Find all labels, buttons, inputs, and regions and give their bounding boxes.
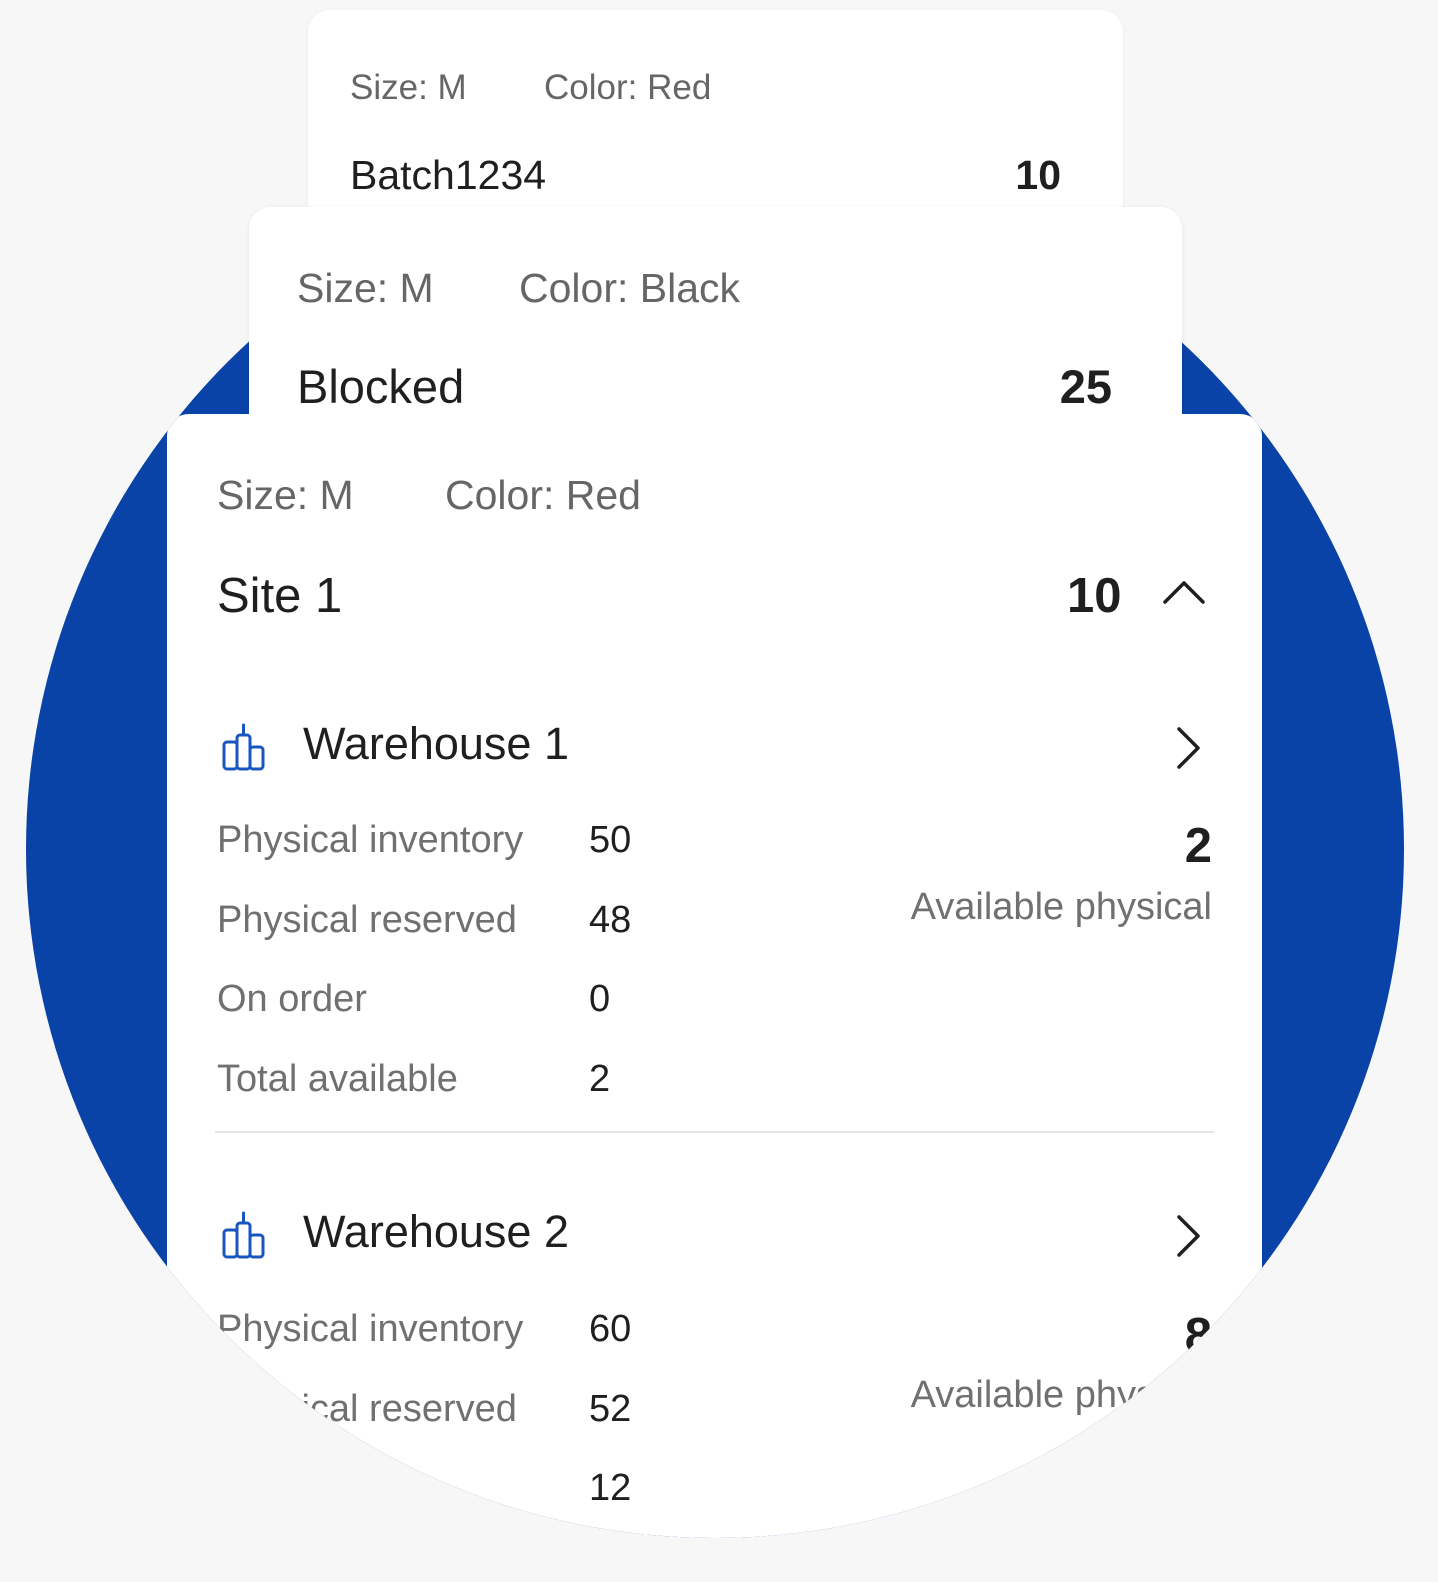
stat-value: 48 bbox=[589, 899, 632, 941]
stat-label: Physical reserved bbox=[217, 1388, 517, 1430]
warehouse-title: Warehouse 2 bbox=[303, 1206, 569, 1257]
stat-label: On order bbox=[217, 1467, 367, 1509]
divider bbox=[215, 1131, 1214, 1133]
available-physical-value: 8 bbox=[1184, 1309, 1212, 1363]
available-physical-label: Available physical bbox=[910, 886, 1212, 928]
stat-label: Total available bbox=[217, 1058, 458, 1100]
stat-label: On order bbox=[217, 978, 367, 1020]
batch-quantity: 10 bbox=[1015, 152, 1061, 198]
main-card-viewport: Size: M Color: Red Site 1 10 Warehouse 1… bbox=[26, 160, 1404, 1538]
stat-label: Physical inventory bbox=[217, 819, 524, 861]
available-physical-label: Available physical bbox=[910, 1374, 1212, 1416]
inventory-card-site: Size: M Color: Red Site 1 10 Warehouse 1… bbox=[167, 414, 1262, 1538]
available-physical-value: 2 bbox=[1184, 819, 1212, 873]
size-attribute: Size: M bbox=[350, 68, 467, 107]
stat-value: 12 bbox=[589, 1467, 632, 1509]
stat-label: Physical reserved bbox=[217, 899, 517, 941]
warehouse-icon bbox=[222, 1211, 265, 1259]
stat-value: 52 bbox=[589, 1388, 632, 1430]
stat-value: 0 bbox=[589, 978, 611, 1020]
color-attribute: Color: Red bbox=[445, 472, 641, 518]
stat-label: Physical inventory bbox=[217, 1308, 524, 1350]
size-attribute: Size: M bbox=[217, 472, 354, 518]
site-quantity: 10 bbox=[1067, 569, 1122, 623]
chevron-right-icon[interactable] bbox=[1172, 1214, 1202, 1258]
warehouse-icon bbox=[222, 723, 265, 771]
site-label: Site 1 bbox=[217, 569, 343, 623]
color-attribute: Color: Red bbox=[544, 68, 712, 107]
stat-value: 50 bbox=[589, 819, 632, 861]
stat-value: 60 bbox=[589, 1308, 632, 1350]
chevron-up-icon[interactable] bbox=[1162, 576, 1206, 606]
chevron-right-icon[interactable] bbox=[1172, 726, 1202, 770]
stat-value: 2 bbox=[589, 1058, 611, 1100]
warehouse-title: Warehouse 1 bbox=[303, 718, 569, 769]
